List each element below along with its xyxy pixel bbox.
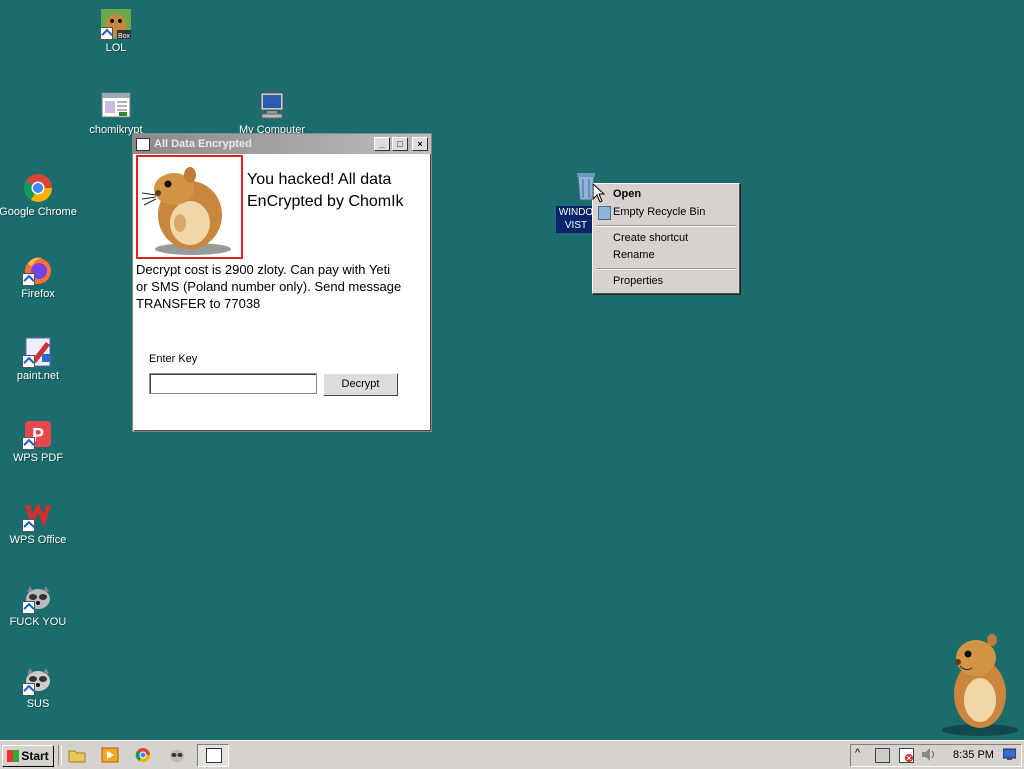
desktop-icon-wps-pdf[interactable]: P WPS PDF (0, 418, 78, 464)
decrypt-button[interactable]: Decrypt (323, 373, 398, 396)
app-window-icon (100, 90, 132, 122)
raccoon-icon[interactable] (168, 747, 186, 763)
desktop-hamster-mascot (928, 632, 1024, 738)
menu-separator (596, 225, 736, 227)
volume-icon[interactable] (921, 747, 937, 762)
chrome-icon (22, 172, 54, 204)
firefox-icon (22, 254, 54, 286)
headline-line1: You hacked! All data (247, 171, 392, 188)
paintnet-icon (22, 336, 54, 368)
menu-item-properties[interactable]: Properties (613, 275, 663, 287)
recycle-bin-label-line2: VIST (564, 220, 588, 231)
maximize-button[interactable]: □ (392, 137, 408, 151)
desktop-icon-label: Firefox (21, 288, 55, 300)
wps-office-icon (22, 500, 54, 532)
media-player-icon[interactable] (101, 747, 119, 763)
empty-bin-icon (598, 206, 611, 220)
desktop-icon-label: WPS PDF (12, 452, 64, 464)
recycle-bin-label-line1: WINDO (558, 207, 594, 218)
quicklaunch-divider (58, 745, 62, 765)
message-line2: or SMS (Poland number only). Send messag… (136, 279, 402, 294)
desktop-icon-label: Google Chrome (0, 206, 77, 218)
clock[interactable]: 8:35 PM (953, 749, 994, 761)
context-menu: Open Empty Recycle Bin Create shortcut R… (592, 183, 740, 294)
desktop-icon-fuck-you[interactable]: FUCK YOU (0, 582, 78, 628)
headline-line2: EnCrypted by ChomIk (247, 193, 404, 210)
tray-expand-icon[interactable]: ^ (855, 747, 860, 759)
message-line3: TRANSFER to 77038 (136, 296, 261, 311)
taskbar: Start ^ 8:35 PM (0, 740, 1024, 769)
menu-item-rename[interactable]: Rename (613, 249, 655, 261)
message-line1: Decrypt cost is 2900 zloty. Can pay with… (136, 262, 391, 277)
hamster-icon (942, 634, 1018, 736)
hamster-icon (141, 167, 231, 255)
menu-item-create-shortcut[interactable]: Create shortcut (613, 232, 688, 244)
menu-separator (596, 268, 736, 270)
ransom-message: Decrypt cost is 2900 zloty. Can pay with… (136, 261, 426, 312)
window-app-icon (136, 137, 150, 151)
ransom-headline: You hacked! All data EnCrypted by ChomIk (247, 169, 429, 213)
ransom-window: All Data Encrypted _ □ × You hacked! All… (132, 133, 432, 432)
menu-item-open[interactable]: Open (613, 188, 641, 200)
raccoon-icon (22, 664, 54, 696)
desktop-icon-label: SUS (26, 698, 50, 710)
desktop-icon-lol[interactable]: Box LOL (76, 8, 156, 54)
desktop-icon-firefox[interactable]: Firefox (0, 254, 78, 300)
minimize-button[interactable]: _ (374, 137, 390, 151)
show-desktop-icon[interactable] (1002, 748, 1017, 761)
window-title: All Data Encrypted (154, 138, 252, 150)
hamster-box-icon: Box (100, 8, 132, 40)
explorer-icon[interactable] (68, 747, 86, 763)
desktop-icon-chrome[interactable]: Google Chrome (0, 172, 78, 218)
window-titlebar[interactable]: All Data Encrypted _ □ × (133, 134, 431, 154)
key-input[interactable] (149, 373, 317, 394)
desktop-icon-paintnet[interactable]: paint.net (0, 336, 78, 382)
desktop-icon-label: FUCK YOU (9, 616, 67, 628)
start-button[interactable]: Start (2, 745, 54, 767)
chrome-icon[interactable] (134, 747, 152, 763)
app-window-icon (206, 748, 222, 763)
mouse-cursor-icon (592, 182, 606, 203)
desktop-icon-label: paint.net (16, 370, 60, 382)
start-label: Start (21, 749, 49, 763)
taskbar-window-button[interactable] (197, 744, 229, 767)
close-button[interactable]: × (412, 137, 428, 151)
security-alert-icon[interactable] (899, 748, 914, 763)
desktop-icon-wps-office[interactable]: WPS Office (0, 500, 78, 546)
windows-logo-icon (7, 750, 20, 762)
desktop-icon-label: WPS Office (9, 534, 67, 546)
raccoon-icon (22, 582, 54, 614)
desktop-icon-label: LOL (105, 42, 127, 54)
menu-item-empty-recycle-bin[interactable]: Empty Recycle Bin (613, 206, 705, 218)
desktop-icon-my-computer[interactable]: My Computer (232, 90, 312, 136)
computer-icon (256, 90, 288, 122)
wps-pdf-icon: P (22, 418, 54, 450)
system-tray: ^ 8:35 PM (850, 744, 1022, 767)
desktop-icon-chomikrypt[interactable]: chomikrypt (76, 90, 156, 136)
recycle-bin-label: WINDO VIST (556, 206, 596, 233)
svg-text:Box: Box (118, 33, 131, 40)
hamster-image (136, 155, 243, 259)
network-icon[interactable] (875, 748, 890, 763)
enter-key-label: Enter Key (149, 353, 198, 365)
desktop-icon-sus[interactable]: SUS (0, 664, 78, 710)
